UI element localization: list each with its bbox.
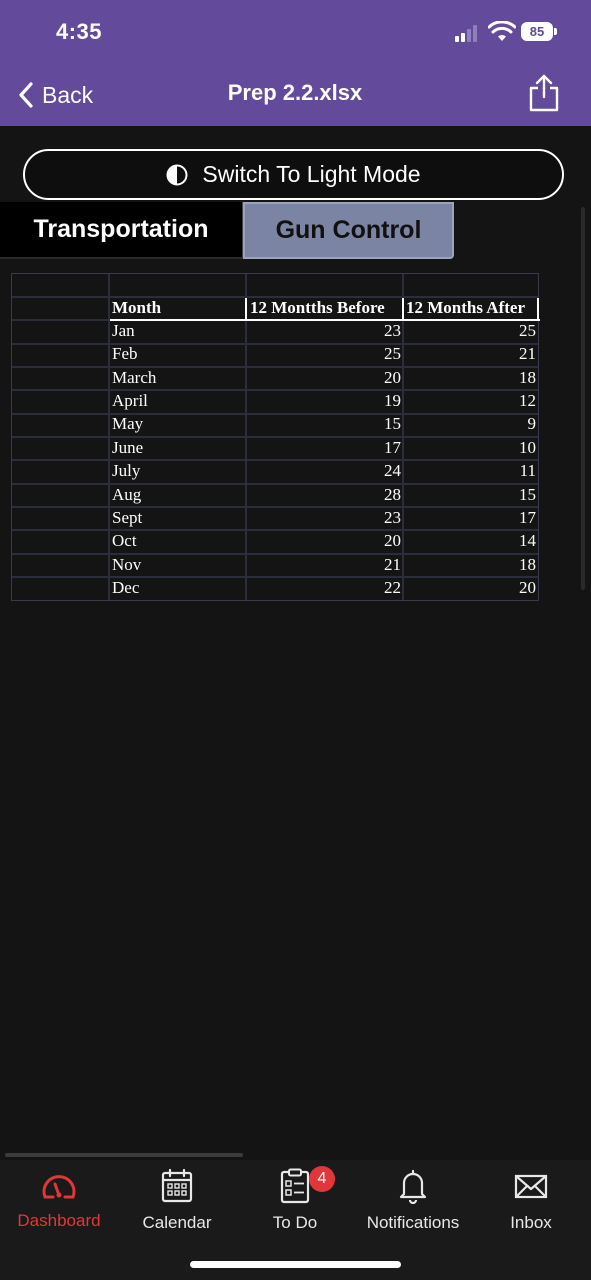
table-cell-month: Nov (112, 555, 142, 574)
table-cell-before: 28 (384, 485, 401, 504)
share-icon[interactable] (527, 73, 561, 113)
table-cell-after: 21 (519, 344, 536, 363)
table-cell-before: 22 (384, 578, 401, 597)
table-cell-after: 15 (519, 485, 536, 504)
table-cell-before: 15 (384, 414, 401, 433)
table-cell-after: 20 (519, 578, 536, 597)
table-cell-month: May (112, 414, 144, 433)
table-cell-after: 18 (519, 368, 536, 387)
tab-notifications[interactable]: Notifications (354, 1168, 472, 1238)
table-cell-before: 24 (384, 461, 401, 480)
battery-indicator: 85 (521, 22, 557, 42)
app-header: 4:35 85 Back Prep 2.2.xlsx (0, 0, 591, 126)
todo-count-badge: 4 (309, 1166, 335, 1192)
cellular-signal-icon (455, 24, 483, 42)
horizontal-scrollbar[interactable] (5, 1153, 243, 1157)
switch-light-mode-label: Switch To Light Mode (202, 161, 421, 187)
clipboard-icon (280, 1168, 310, 1204)
table-cell-before: 17 (384, 438, 401, 457)
table-cell-after: 14 (519, 531, 536, 550)
tab-calendar[interactable]: Calendar (118, 1168, 236, 1238)
table-cell-after: 25 (519, 321, 536, 340)
table-cell-before: 20 (384, 368, 401, 387)
tab-to-do[interactable]: To Do (236, 1168, 354, 1238)
table-cell-before: 25 (384, 344, 401, 363)
tab-transportation[interactable]: Transportation (0, 202, 243, 259)
home-indicator[interactable] (190, 1261, 401, 1268)
table-cell-before: 23 (384, 321, 401, 340)
table-cell-month: April (112, 391, 148, 410)
table-cell-month: Feb (112, 344, 138, 363)
table-cell-after: 10 (519, 438, 536, 457)
contrast-icon (166, 164, 188, 185)
page-title: Prep 2.2.xlsx (227, 80, 363, 105)
wifi-icon (488, 21, 516, 41)
table-cell-after: 9 (527, 414, 537, 433)
tab-dashboard-label: Dashboard (17, 1211, 101, 1230)
gauge-icon (42, 1175, 76, 1199)
column-header-month: Month (112, 298, 162, 317)
table-cell-month: Oct (112, 531, 137, 550)
table-cell-month: March (112, 368, 157, 387)
status-time: 4:35 (56, 19, 103, 44)
tab-notifications-label: Notifications (366, 1213, 460, 1232)
bell-icon (399, 1169, 427, 1204)
table-cell-month: July (112, 461, 141, 480)
column-header-after: 12 Months After (406, 298, 525, 317)
table-cell-month: Aug (112, 485, 142, 504)
table-cell-before: 19 (384, 391, 401, 410)
column-header-before: 12 Montths Before (250, 298, 385, 317)
switch-light-mode-button[interactable]: Switch To Light Mode (23, 149, 564, 200)
tab-to-do-label: To Do (272, 1213, 318, 1232)
table-cell-month: Dec (112, 578, 140, 597)
table-cell-before: 21 (384, 555, 401, 574)
envelope-icon (514, 1174, 548, 1199)
table-cell-after: 11 (519, 461, 536, 480)
spreadsheet-grid: Month 12 Montths Before 12 Months After … (11, 273, 540, 601)
calendar-icon (161, 1168, 193, 1203)
table-cell-after: 17 (519, 508, 536, 527)
table-cell-month: Sept (112, 508, 143, 527)
table-cell-after: 18 (519, 555, 536, 574)
table-cell-before: 23 (384, 508, 401, 527)
battery-level: 85 (521, 22, 553, 41)
chevron-left-icon (19, 82, 33, 108)
tab-gun-control[interactable]: Gun Control (243, 202, 454, 259)
tab-calendar-label: Calendar (142, 1213, 212, 1232)
back-label: Back (42, 81, 94, 108)
tab-inbox[interactable]: Inbox (472, 1168, 590, 1238)
tab-inbox-label: Inbox (510, 1213, 552, 1232)
tab-dashboard[interactable]: Dashboard (0, 1168, 118, 1238)
table-cell-before: 20 (384, 531, 401, 550)
vertical-scrollbar[interactable] (581, 207, 585, 590)
table-cell-month: Jan (112, 321, 135, 340)
table-cell-after: 12 (519, 391, 536, 410)
back-button[interactable]: Back (18, 78, 93, 112)
table-cell-month: June (112, 438, 144, 457)
